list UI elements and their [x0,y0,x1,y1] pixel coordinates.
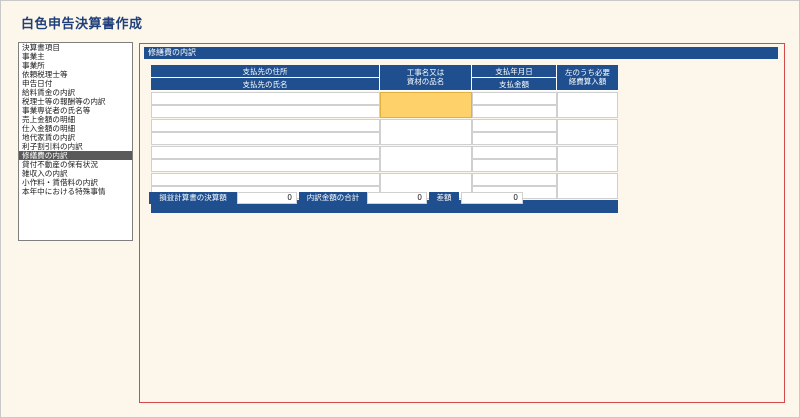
row1-amount-input[interactable] [472,105,557,118]
sidebar-item[interactable]: 事業所 [19,61,132,70]
header-name: 支払先の氏名 [151,78,380,91]
sidebar-item[interactable]: 貸付不動産の保有状況 [19,160,132,169]
row2-amount-input[interactable] [472,132,557,145]
row1-address-input[interactable] [151,92,380,105]
header-address: 支払先の住所 [151,65,380,78]
main-panel: 修繕費の内訳 支払先の住所 支払先の氏名 工事名又は 資材の品名 支払年月日 支… [139,43,785,403]
sidebar-item[interactable]: 給料賃金の内訳 [19,88,132,97]
sidebar-item[interactable]: 税理士等の報酬等の内訳 [19,97,132,106]
row4-expense-input[interactable] [557,173,618,199]
row1-date-input[interactable] [472,92,557,105]
app-title: 白色申告決算書作成 [21,17,143,32]
row4-date-input[interactable] [472,173,557,186]
sidebar-list[interactable]: 決算書項目 事業主 事業所 依頼税理士等 申告日付 給料賃金の内訳 税理士等の報酬等の内訳事… [18,42,133,241]
header-work: 工事名又は 資材の品名 [380,65,472,91]
row2-date-input[interactable] [472,119,557,132]
row2-name-input[interactable] [151,132,380,145]
header-date: 支払年月日 [472,65,557,78]
row3-expense-input[interactable] [557,146,618,172]
sidebar-item[interactable]: 申告日付 [19,79,132,88]
row4-address-input[interactable] [151,173,380,186]
sidebar-item[interactable]: 地代家賃の内訳 [19,133,132,142]
row2-address-input[interactable] [151,119,380,132]
difference-label: 差額 [429,192,459,204]
row1-expense-input[interactable] [557,92,618,118]
sidebar-item[interactable]: 雑収入の内訳 [19,169,132,178]
header-expense: 左のうち必要 経費算入額 [557,65,618,91]
row1-work-input[interactable] [380,92,472,118]
book-amount-field[interactable]: 0 [237,192,297,204]
sidebar-item[interactable]: 利子割引料の内訳 [19,142,132,151]
sidebar-item[interactable]: 事業主 [19,52,132,61]
header-amount: 支払金額 [472,78,557,91]
row3-name-input[interactable] [151,159,380,172]
sidebar-item[interactable]: 事業専従者の氏名等 [19,106,132,115]
row2-work-input[interactable] [380,119,472,145]
row3-date-input[interactable] [472,146,557,159]
row3-address-input[interactable] [151,146,380,159]
row2-expense-input[interactable] [557,119,618,145]
total-amount-field[interactable]: 0 [367,192,427,204]
app-window: 白色申告決算書作成 決算書項目 事業主 事業所 依頼税理士等 申告日付 給料賃金の内訳 税理… [0,0,800,418]
sidebar-item[interactable]: 仕入金額の明細 [19,124,132,133]
sidebar-item[interactable]: 修繕費の内訳 [19,151,132,160]
sidebar-item[interactable]: 小作料・賃借料の内訳 [19,178,132,187]
sidebar-item[interactable]: 決算書項目 [19,43,132,52]
row1-name-input[interactable] [151,105,380,118]
sidebar-item[interactable]: 本年中における特殊事情 [19,187,132,196]
difference-field[interactable]: 0 [461,192,523,204]
section-header: 修繕費の内訳 [144,47,778,59]
total-amount-label: 内訳金額の合計 [299,192,367,204]
row3-amount-input[interactable] [472,159,557,172]
sidebar-item[interactable]: 依頼税理士等 [19,70,132,79]
sidebar-item[interactable]: 売上金額の明細 [19,115,132,124]
book-amount-label: 損益計算書の決算額 [149,192,237,204]
row3-work-input[interactable] [380,146,472,172]
